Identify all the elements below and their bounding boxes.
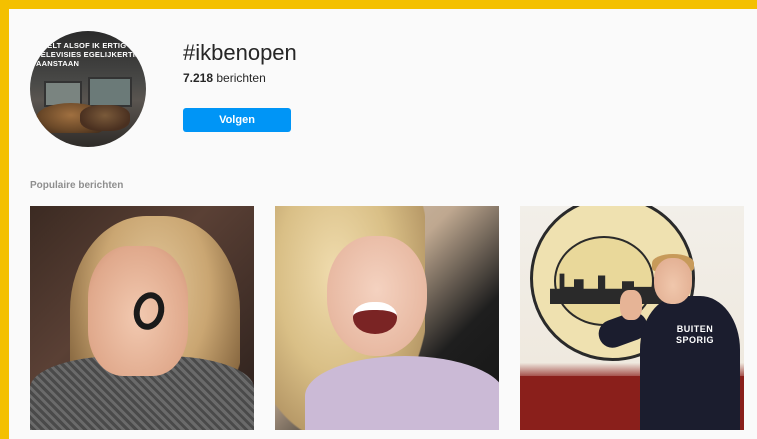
post-count-value: 7.218 (183, 71, 214, 85)
post-thumbnail[interactable] (275, 206, 499, 430)
follow-button[interactable]: Volgen (183, 108, 291, 132)
hashtag-avatar: VOELT ALSOF IK ERTIG TELEVISIES EGELIJKE… (30, 31, 146, 147)
post-thumbnail[interactable] (30, 206, 254, 430)
raised-hand (620, 290, 642, 320)
post-count: 7.218 berichten (183, 71, 266, 85)
cake-image (80, 105, 130, 131)
person-body (640, 296, 740, 430)
face-shape (327, 236, 427, 356)
avatar-caption: VOELT ALSOF IK ERTIG TELEVISIES EGELIJKE… (36, 41, 145, 68)
tv-screen (88, 77, 132, 107)
hashtag-title: #ikbenopen (183, 40, 297, 65)
post-thumbnail[interactable]: BUITEN SPORIG (520, 206, 744, 430)
sweater-shape (305, 356, 499, 430)
smile-shape (353, 302, 397, 334)
post-count-label: berichten (216, 71, 266, 85)
shirt-text: BUITEN SPORIG (675, 324, 714, 345)
section-title: Populaire berichten (30, 180, 124, 191)
face-shape (654, 258, 692, 304)
